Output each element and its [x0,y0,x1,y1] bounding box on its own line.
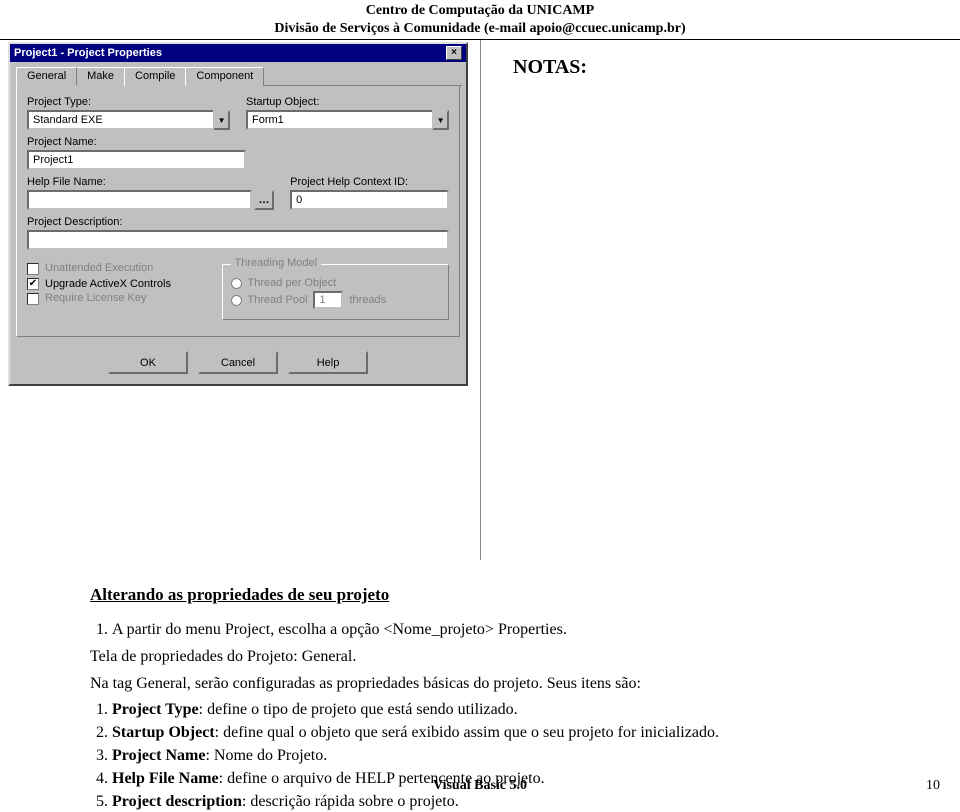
thread-per-object-radio [231,278,242,289]
footer-center: Visual Basic 5.0 [0,778,960,794]
item-term: Project description [112,793,242,810]
thread-per-object-label: Thread per Object [248,277,337,289]
item-term: Project Type [112,701,199,718]
page-header: Centro de Computação da UNICAMP Divisão … [0,0,960,37]
project-properties-dialog: Project1 - Project Properties × General … [8,42,468,386]
article-step-1: A partir do menu Project, escolha a opçã… [112,620,870,641]
article-title: Alterando as propriedades de seu projeto [90,584,870,606]
article-intro: Na tag General, serão configuradas as pr… [90,674,870,695]
context-id-input[interactable] [290,190,449,210]
item-desc: : define o tipo de projeto que está send… [199,701,518,718]
threading-model-group: Threading Model Thread per Object Thread… [222,264,449,320]
browse-button[interactable]: … [254,190,274,210]
tab-component[interactable]: Component [185,67,264,86]
thread-pool-radio [231,295,242,306]
project-description-input[interactable] [27,230,449,250]
article-body: Alterando as propriedades de seu projeto… [0,560,960,812]
notes-heading: NOTAS: [513,56,940,79]
context-id-label: Project Help Context ID: [290,176,449,188]
page-footer: Visual Basic 5.0 10 [0,778,960,794]
unattended-checkbox [27,263,39,275]
startup-object-select[interactable] [246,110,432,130]
ok-button[interactable]: OK [108,351,188,374]
tab-general[interactable]: General [16,67,77,86]
unattended-label: Unattended Execution [45,262,153,274]
item-desc: : Nome do Projeto. [205,747,327,764]
help-file-input[interactable] [27,190,252,210]
left-column: Project1 - Project Properties × General … [0,40,480,386]
right-column: NOTAS: [480,40,960,560]
dialog-button-row: OK Cancel Help [10,343,466,384]
license-checkbox [27,293,39,305]
threading-legend: Threading Model [231,257,322,269]
dialog-titlebar: Project1 - Project Properties × [10,44,466,62]
item-term: Project Name [112,747,205,764]
project-description-label: Project Description: [27,216,449,228]
thread-pool-label: Thread Pool [248,294,308,306]
project-type-select[interactable] [27,110,213,130]
list-item: Startup Object: define qual o objeto que… [112,723,870,744]
help-file-label: Help File Name: [27,176,274,188]
header-line1: Centro de Computação da UNICAMP [0,2,960,20]
tab-make[interactable]: Make [76,67,125,86]
dialog-tabs: General Make Compile Component [16,66,462,86]
item-term: Startup Object [112,724,215,741]
thread-pool-count: 1 [313,291,343,309]
chevron-down-icon[interactable]: ▼ [432,110,449,130]
header-line2: Divisão de Serviços à Comunidade (e-mail… [0,20,960,38]
close-icon[interactable]: × [446,46,462,60]
item-desc: : define qual o objeto que será exibido … [215,724,719,741]
item-desc: : descrição rápida sobre o projeto. [242,793,459,810]
screenshot-caption: Tela de propriedades do Projeto: General… [90,647,870,668]
startup-object-label: Startup Object: [246,96,449,108]
project-name-input[interactable] [27,150,246,170]
help-button[interactable]: Help [288,351,368,374]
chevron-down-icon[interactable]: ▼ [213,110,230,130]
list-item: Project description: descrição rápida so… [112,792,870,812]
list-item: Project Name: Nome do Projeto. [112,746,870,767]
cancel-button[interactable]: Cancel [198,351,278,374]
thread-pool-suffix-label: threads [349,294,386,306]
upgrade-activex-checkbox[interactable]: ✔ [27,278,39,290]
tab-general-pane: Project Type: ▼ Startup Object: ▼ [16,86,460,337]
properties-list: Project Type: define o tipo de projeto q… [112,700,870,812]
project-name-label: Project Name: [27,136,246,148]
dialog-title: Project1 - Project Properties [14,47,446,59]
tab-compile[interactable]: Compile [124,67,186,86]
license-label: Require License Key [45,292,147,304]
list-item: Project Type: define o tipo de projeto q… [112,700,870,721]
upgrade-activex-label: Upgrade ActiveX Controls [45,278,171,290]
project-type-label: Project Type: [27,96,230,108]
page-number: 10 [926,778,940,794]
article-step-list: A partir do menu Project, escolha a opçã… [112,620,870,641]
